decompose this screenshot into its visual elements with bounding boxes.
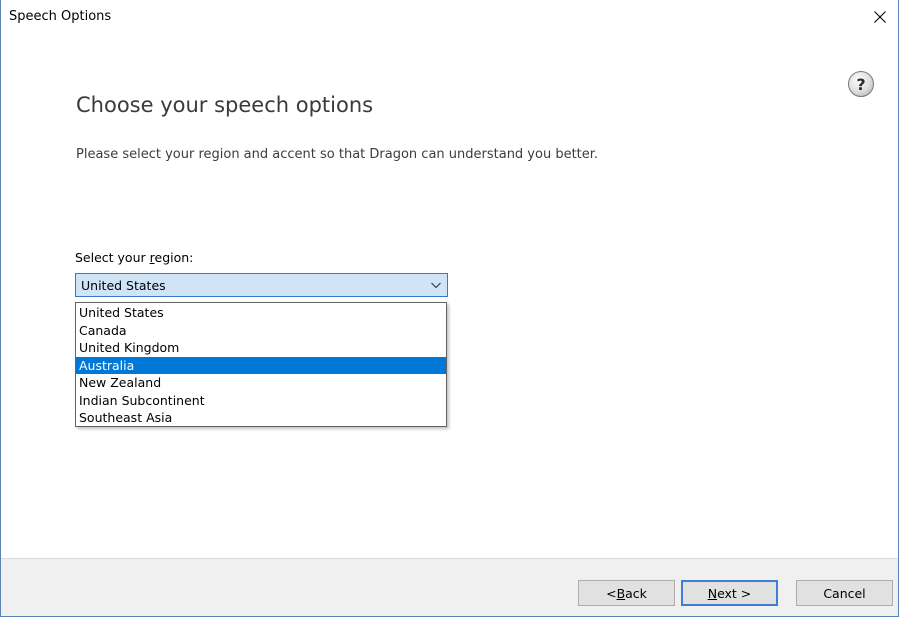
help-icon[interactable]: ? [848,71,874,97]
region-label-suffix: egion: [154,250,194,265]
region-combobox[interactable]: United States [75,273,448,297]
region-option-new-zealand[interactable]: New Zealand [76,374,446,392]
next-button[interactable]: Next > [681,580,778,606]
chevron-down-icon[interactable] [429,277,443,293]
close-icon [874,10,886,23]
back-label-prefix: < [606,585,617,601]
back-button[interactable]: < Back [578,580,675,606]
region-label: Select your region: [75,250,193,265]
cancel-button[interactable]: Cancel [796,580,893,606]
help-icon-glyph: ? [856,74,866,94]
region-option-australia[interactable]: Australia [76,356,446,374]
speech-options-window: Speech Options ? Choose your speech opti… [0,0,899,617]
region-dropdown-list[interactable]: United States Canada United Kingdom Aust… [75,302,447,427]
next-label-mnemonic: N [707,585,718,601]
page-description: Please select your region and accent so … [76,147,599,162]
title-bar: Speech Options [1,0,898,33]
region-label-prefix: Select your [75,250,150,265]
button-bar: < Back Next > Cancel [1,558,898,616]
page-title: Choose your speech options [76,93,374,117]
region-option-indian-subcontinent[interactable]: Indian Subcontinent [76,392,446,410]
window-title: Speech Options [9,9,112,24]
back-label-suffix: ack [625,585,647,601]
region-option-united-kingdom[interactable]: United Kingdom [76,339,446,357]
back-label-mnemonic: B [616,585,626,601]
next-label-suffix: ext > [717,585,752,601]
region-selected-value: United States [81,278,166,293]
close-button[interactable] [862,0,898,33]
region-option-southeast-asia[interactable]: Southeast Asia [76,409,446,427]
region-option-canada[interactable]: Canada [76,322,446,340]
region-option-united-states[interactable]: United States [76,304,446,322]
